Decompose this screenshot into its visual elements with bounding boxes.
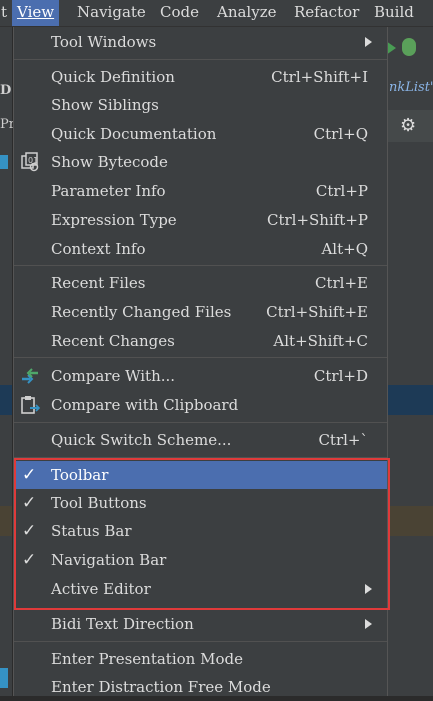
menu-item-compare-with[interactable]: Compare With... Ctrl+D [14,362,387,390]
submenu-arrow-icon [365,37,372,47]
menu-item-recent-files[interactable]: Recent Files Ctrl+E [14,269,387,297]
editor-row-highlight [0,506,12,536]
submenu-arrow-icon [365,584,372,594]
menu-separator [14,641,387,642]
menu-item-label: Expression Type [51,211,177,229]
tool-window-stripe-icon [0,668,8,688]
menu-item-expression-type[interactable]: Expression Type Ctrl+Shift+P [14,206,387,234]
menu-separator [14,422,387,423]
menu-build[interactable]: Build [374,0,414,26]
menu-item-label: Navigation Bar [51,551,167,569]
editor-row-highlight [0,385,12,415]
menu-item-active-editor[interactable]: Active Editor [14,575,387,603]
menu-item-recently-changed-files[interactable]: Recently Changed Files Ctrl+Shift+E [14,298,387,326]
menu-item-label: Context Info [51,240,146,258]
menu-item-label: Compare with Clipboard [51,396,239,414]
menu-item-label: Compare With... [51,367,176,385]
menu-item-label: Toolbar [51,466,109,484]
menu-item-context-info[interactable]: Context Info Alt+Q [14,235,387,263]
view-menu-dropdown: Tool Windows Quick Definition Ctrl+Shift… [13,27,388,696]
menu-item-shortcut: Alt+Q [321,240,368,258]
checkmark-icon: ✓ [22,521,37,541]
menu-item-enter-distraction-free-mode[interactable]: Enter Distraction Free Mode [14,673,387,701]
menu-item-enter-presentation-mode[interactable]: Enter Presentation Mode [14,645,387,673]
menu-item-shortcut: Ctrl+Shift+P [266,211,368,229]
menu-item-parameter-info[interactable]: Parameter Info Ctrl+P [14,177,387,205]
checkmark-icon: ✓ [22,550,37,570]
checkmark-icon: ✓ [22,465,37,485]
menu-item-navigation-bar[interactable]: ✓ Navigation Bar [14,546,387,574]
menu-code[interactable]: Code [160,0,199,26]
menu-item-shortcut: Ctrl+Shift+I [271,68,368,86]
editor-row-highlight [387,506,433,536]
menu-separator [14,265,387,266]
menu-item-shortcut: Ctrl+E [315,274,368,292]
menu-item-label: Recently Changed Files [51,303,232,321]
menu-item-quick-documentation[interactable]: Quick Documentation Ctrl+Q [14,120,387,148]
menu-navigate[interactable]: Navigate [77,0,146,26]
menu-refactor[interactable]: Refactor [294,0,359,26]
menu-separator [14,59,387,60]
menu-item-quick-definition[interactable]: Quick Definition Ctrl+Shift+I [14,63,387,91]
menu-item-label: Recent Files [51,274,146,292]
menu-item-quick-switch-scheme[interactable]: Quick Switch Scheme... Ctrl+` [14,426,387,454]
background-label: D [0,83,12,98]
menu-item-shortcut: Alt+Shift+C [273,332,368,350]
menu-item-show-bytecode[interactable]: 01 Show Bytecode [14,148,387,176]
menu-item-bidi-text-direction[interactable]: Bidi Text Direction [14,610,387,638]
menu-item-label: Show Siblings [51,96,159,114]
menu-item-recent-changes[interactable]: Recent Changes Alt+Shift+C [14,327,387,355]
menu-item-label: Enter Distraction Free Mode [51,678,271,696]
bytecode-icon: 01 [21,152,39,172]
menu-item-status-bar[interactable]: ✓ Status Bar [14,517,387,545]
menu-item-label: Tool Buttons [51,494,147,512]
menu-separator [14,457,387,458]
menu-item-show-siblings[interactable]: Show Siblings [14,91,387,119]
compare-clipboard-icon [21,396,41,414]
menu-item-shortcut: Ctrl+` [318,431,368,449]
menu-item-label: Bidi Text Direction [51,615,194,633]
menu-item-label: Enter Presentation Mode [51,650,243,668]
debug-icon[interactable] [402,38,416,56]
checkmark-icon: ✓ [22,493,37,513]
gear-icon[interactable]: ⚙ [400,115,416,136]
menu-item-label: Quick Switch Scheme... [51,431,232,449]
menu-edit-partial[interactable]: t [1,0,7,26]
menu-item-tool-windows[interactable]: Tool Windows [14,28,387,56]
menu-view[interactable]: View [12,0,60,26]
menu-item-label: Recent Changes [51,332,175,350]
menu-item-label: Status Bar [51,522,132,540]
menu-item-toolbar[interactable]: ✓ Toolbar [14,461,387,489]
editor-row-highlight [387,385,433,415]
project-icon [0,155,8,169]
menu-item-label: Quick Definition [51,68,175,86]
menu-item-label: Parameter Info [51,182,166,200]
menu-item-compare-with-clipboard[interactable]: Compare with Clipboard [14,391,387,419]
menu-item-shortcut: Ctrl+D [313,367,368,385]
menu-item-tool-buttons[interactable]: ✓ Tool Buttons [14,489,387,517]
menu-item-label: Show Bytecode [51,153,168,171]
menu-item-shortcut: Ctrl+Shift+E [266,303,368,321]
menu-view-label: View [17,3,55,21]
submenu-arrow-icon [365,619,372,629]
compare-icon [22,368,38,384]
menu-item-label: Active Editor [51,580,151,598]
menu-item-shortcut: Ctrl+Q [313,125,368,143]
menu-analyze[interactable]: Analyze [217,0,277,26]
editor-tab-label[interactable]: nkList' [389,80,433,95]
menu-item-label: Tool Windows [51,33,157,51]
menu-separator [14,357,387,358]
main-menu-bar: t View Navigate Code Analyze Refactor Bu… [0,0,433,27]
menu-item-shortcut: Ctrl+P [315,182,368,200]
menu-separator [14,608,387,609]
menu-item-label: Quick Documentation [51,125,217,143]
